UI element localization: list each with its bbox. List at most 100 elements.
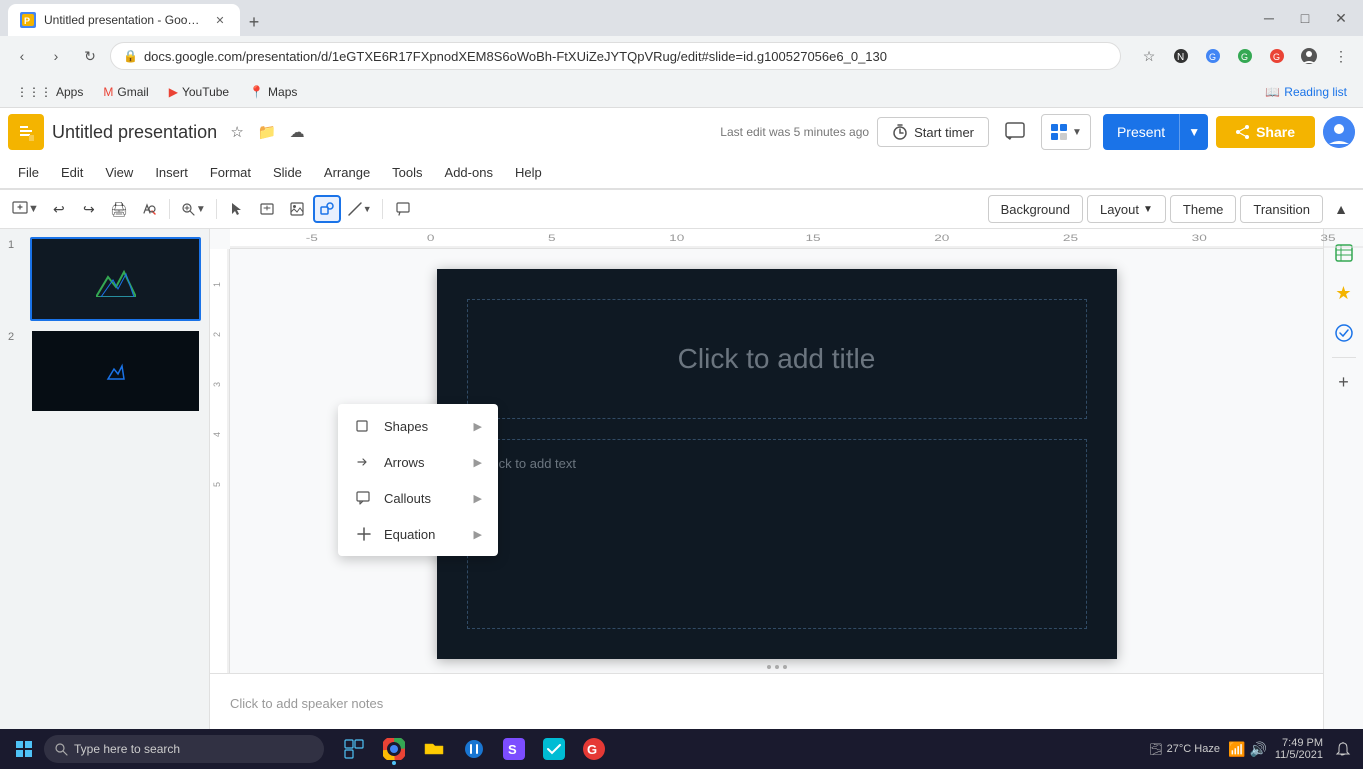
dropdown-item-arrows[interactable]: Arrows ▶ <box>338 444 498 480</box>
taskbar: Type here to search S G 🌫 27°C Haze � <box>0 729 1363 769</box>
toolbar-image-btn[interactable] <box>283 195 311 223</box>
taskbar-start-btn[interactable] <box>8 733 40 765</box>
reading-list-btn[interactable]: 📖 Reading list <box>1257 83 1355 101</box>
menu-btn[interactable]: ⋮ <box>1327 42 1355 70</box>
toolbar: ▼ ↩ ↪ 🖨 ▼ ▼ <box>0 189 1363 229</box>
minimize-btn[interactable]: ─ <box>1255 4 1283 32</box>
taskbar-bandicut[interactable] <box>456 731 492 767</box>
toolbar-undo-btn[interactable]: ↩ <box>45 195 73 223</box>
toolbar-textbox-btn[interactable] <box>253 195 281 223</box>
user-avatar[interactable] <box>1323 116 1355 148</box>
toolbar-theme-btn[interactable]: Theme <box>1170 195 1236 223</box>
speaker-notes[interactable]: Click to add speaker notes <box>210 673 1323 733</box>
svg-text:G: G <box>1241 52 1248 62</box>
toolbar-divider-1 <box>169 199 170 219</box>
app-title[interactable]: Untitled presentation <box>52 122 217 143</box>
cloud-btn[interactable]: ☁ <box>285 120 309 144</box>
slide-preview-2[interactable] <box>30 329 201 413</box>
weather-text: 27°C Haze <box>1167 743 1220 755</box>
toolbar-transition-btn[interactable]: Transition <box>1240 195 1323 223</box>
start-timer-btn[interactable]: Start timer <box>877 117 989 147</box>
menu-addons[interactable]: Add-ons <box>435 161 503 184</box>
taskbar-task-view[interactable] <box>336 731 372 767</box>
bookmark-gmail[interactable]: M Gmail <box>95 83 156 101</box>
forward-btn[interactable]: › <box>42 42 70 70</box>
taskbar-chrome[interactable] <box>376 731 412 767</box>
new-tab-button[interactable]: + <box>240 8 268 36</box>
bookmark-youtube[interactable]: ▶ YouTube <box>161 83 237 101</box>
toolbar-print-btn[interactable]: 🖨 <box>105 195 133 223</box>
refresh-btn[interactable]: ↻ <box>76 42 104 70</box>
star-btn[interactable]: ☆ <box>1135 42 1163 70</box>
present-btn[interactable]: Present ▼ <box>1103 114 1208 150</box>
close-btn[interactable]: ✕ <box>1327 4 1355 32</box>
taskbar-explorer[interactable] <box>416 731 452 767</box>
svg-text:S: S <box>508 742 517 757</box>
menu-slide[interactable]: Slide <box>263 161 312 184</box>
svg-text:G: G <box>1273 52 1280 62</box>
toolbar-zoom-btn[interactable]: ▼ <box>176 195 210 223</box>
bookmark-maps[interactable]: 📍 Maps <box>241 83 305 101</box>
taskbar-app7[interactable]: G <box>576 731 612 767</box>
slide-canvas[interactable]: Click to add title Click to add text <box>437 269 1117 659</box>
callouts-arrow-icon: ▶ <box>474 492 482 505</box>
bookmark-apps[interactable]: ⋮⋮⋮ Apps <box>8 83 91 101</box>
menu-arrange[interactable]: Arrange <box>314 161 380 184</box>
share-btn[interactable]: Share <box>1216 116 1315 148</box>
toolbar-select-btn[interactable] <box>223 195 251 223</box>
dropdown-item-callouts[interactable]: Callouts ▶ <box>338 480 498 516</box>
svg-text:20: 20 <box>934 233 949 242</box>
extension2-btn[interactable]: G <box>1199 42 1227 70</box>
menu-file[interactable]: File <box>8 161 49 184</box>
present-label: Present <box>1103 114 1180 150</box>
menu-edit[interactable]: Edit <box>51 161 93 184</box>
toolbar-layout-btn[interactable]: Layout ▼ <box>1087 195 1166 223</box>
profile-btn[interactable] <box>1295 42 1323 70</box>
dropdown-item-shapes[interactable]: Shapes ▶ <box>338 408 498 444</box>
wifi-icon: 📶 <box>1228 741 1245 758</box>
slide-preview-1[interactable] <box>30 237 201 321</box>
slide-title-box[interactable]: Click to add title <box>467 299 1087 419</box>
right-panel-add-btn[interactable]: + <box>1328 366 1360 398</box>
view-selector[interactable]: ▼ <box>1041 114 1091 150</box>
toolbar-add-btn[interactable]: ▼ <box>8 195 43 223</box>
toolbar-divider-2 <box>216 199 217 219</box>
extension1-btn[interactable]: N <box>1167 42 1195 70</box>
right-panel-star-btn[interactable]: ★ <box>1328 277 1360 309</box>
tab-title: Untitled presentation - Google S <box>44 13 204 27</box>
slide-thumb-1[interactable]: 1 <box>8 237 201 321</box>
background-label: Background <box>1001 202 1070 217</box>
toolbar-background-btn[interactable]: Background <box>988 195 1083 223</box>
extension3-btn[interactable]: G <box>1231 42 1259 70</box>
taskbar-notification[interactable] <box>1331 737 1355 761</box>
folder-btn[interactable]: 📁 <box>255 120 279 144</box>
menu-help[interactable]: Help <box>505 161 552 184</box>
taskbar-app6[interactable] <box>536 731 572 767</box>
active-tab[interactable]: P Untitled presentation - Google S ✕ <box>8 4 240 36</box>
toolbar-line-btn[interactable]: ▼ <box>343 195 376 223</box>
slide-content-box[interactable]: Click to add text <box>467 439 1087 629</box>
comment-btn[interactable] <box>997 114 1033 150</box>
right-panel-check-btn[interactable] <box>1328 317 1360 349</box>
taskbar-app5[interactable]: S <box>496 731 532 767</box>
address-bar[interactable]: 🔒 docs.google.com/presentation/d/1eGTXE6… <box>110 42 1121 70</box>
slide-thumb-2[interactable]: 2 <box>8 329 201 413</box>
taskbar-system-icons: 📶 🔊 <box>1228 741 1267 758</box>
start-timer-label: Start timer <box>914 125 974 140</box>
extension4-btn[interactable]: G <box>1263 42 1291 70</box>
toolbar-redo-btn[interactable]: ↪ <box>75 195 103 223</box>
tab-close-icon[interactable]: ✕ <box>212 12 228 28</box>
menu-insert[interactable]: Insert <box>145 161 198 184</box>
toolbar-collapse-btn[interactable]: ▲ <box>1327 195 1355 223</box>
toolbar-comment-btn[interactable] <box>389 195 417 223</box>
menu-tools[interactable]: Tools <box>382 161 432 184</box>
toolbar-spellcheck-btn[interactable] <box>135 195 163 223</box>
star-title-btn[interactable]: ☆ <box>225 120 249 144</box>
maximize-btn[interactable]: □ <box>1291 4 1319 32</box>
menu-view[interactable]: View <box>95 161 143 184</box>
taskbar-search[interactable]: Type here to search <box>44 735 324 763</box>
toolbar-shapes-btn[interactable] <box>313 195 341 223</box>
dropdown-item-equation[interactable]: Equation ▶ <box>338 516 498 552</box>
menu-format[interactable]: Format <box>200 161 261 184</box>
back-btn[interactable]: ‹ <box>8 42 36 70</box>
